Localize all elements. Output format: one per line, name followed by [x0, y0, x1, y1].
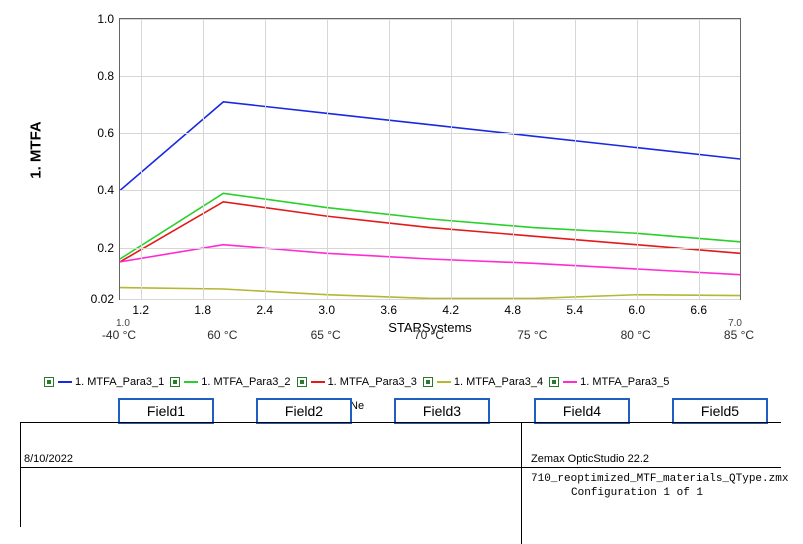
x-tick-label: 4.8 — [504, 303, 521, 317]
grid-line-v — [637, 19, 638, 299]
grid-line-v — [513, 19, 514, 299]
grid-line-h — [120, 19, 740, 20]
y-tick-label: 0.4 — [70, 183, 114, 197]
temperature-label: 75 °C — [517, 328, 547, 342]
y-tick-label: 0.8 — [70, 69, 114, 83]
x-tick-label: 5.4 — [566, 303, 583, 317]
grid-line-v — [265, 19, 266, 299]
legend-line-icon — [563, 381, 577, 383]
legend-line-icon — [437, 381, 451, 383]
x-tick-label: 3.6 — [380, 303, 397, 317]
chart-frame: 1. MTFA 0.020.20.40.60.81.01.21.82.43.03… — [64, 10, 764, 350]
temperature-label: -40 °C — [102, 328, 136, 342]
y-tick-label: 0.6 — [70, 126, 114, 140]
field-box-4: Field4 — [534, 398, 630, 424]
grid-line-h — [120, 76, 740, 77]
legend-label: 1. MTFA_Para3_2 — [201, 376, 290, 388]
grid-line-v — [327, 19, 328, 299]
series-line-2 — [120, 193, 740, 259]
legend-line-icon — [311, 381, 325, 383]
legend-label: 1. MTFA_Para3_4 — [454, 376, 543, 388]
legend-marker-icon — [170, 377, 180, 387]
grid-line-v — [699, 19, 700, 299]
legend-marker-icon — [549, 377, 559, 387]
temperature-axis-row: -40 °C60 °C65 °C70 °C75 °C80 °C85 °C — [119, 328, 739, 346]
temperature-label: 80 °C — [621, 328, 651, 342]
footer-divider-h — [21, 467, 781, 468]
legend-item: 1. MTFA_Para3_5 — [549, 376, 669, 388]
field-box-5: Field5 — [672, 398, 768, 424]
temperature-label: 60 °C — [207, 328, 237, 342]
x-tick-label: 1.2 — [132, 303, 149, 317]
legend-label: 1. MTFA_Para3_3 — [328, 376, 417, 388]
series-line-1 — [120, 102, 740, 191]
x-tick-label: 3.0 — [318, 303, 335, 317]
footer-studio: Zemax OpticStudio 22.2 — [531, 453, 649, 465]
grid-line-v — [141, 19, 142, 299]
y-axis-label: 1. MTFA — [28, 121, 45, 179]
legend-line-icon — [58, 381, 72, 383]
legend-item: 1. MTFA_Para3_1 — [44, 376, 164, 388]
chart-legend: 1. MTFA_Para3_1 1. MTFA_Para3_2 1. MTFA_Pa… — [44, 376, 764, 394]
x-tick-label: 6.0 — [628, 303, 645, 317]
x-tick-label: 6.6 — [690, 303, 707, 317]
footer-config: Configuration 1 of 1 — [571, 487, 703, 499]
grid-line-v — [575, 19, 576, 299]
legend-label: 1. MTFA_Para3_1 — [75, 376, 164, 388]
legend-item: 1. MTFA_Para3_4 — [423, 376, 543, 388]
temperature-label: 85 °C — [724, 328, 754, 342]
legend-label: 1. MTFA_Para3_5 — [580, 376, 669, 388]
series-line-4 — [120, 288, 740, 299]
series-line-3 — [120, 202, 740, 262]
legend-marker-icon — [297, 377, 307, 387]
plot-area: 0.020.20.40.60.81.01.21.82.43.03.64.24.8… — [119, 18, 741, 300]
grid-line-v — [451, 19, 452, 299]
temperature-label: 70 °C — [414, 328, 444, 342]
footer-date: 8/10/2022 — [24, 453, 73, 465]
chart-lines — [120, 19, 740, 299]
grid-line-v — [389, 19, 390, 299]
footer-filename: 710_reoptimized_MTF_materials_QType.zmx — [531, 473, 788, 485]
grid-line-h — [120, 248, 740, 249]
field-box-1: Field1 — [118, 398, 214, 424]
legend-marker-icon — [44, 377, 54, 387]
legend-line-icon — [184, 381, 198, 383]
grid-line-v — [203, 19, 204, 299]
series-line-5 — [120, 245, 740, 275]
temperature-label: 65 °C — [311, 328, 341, 342]
y-tick-label: 0.02 — [70, 292, 114, 306]
legend-marker-icon — [423, 377, 433, 387]
x-tick-label: 1.8 — [194, 303, 211, 317]
grid-line-h — [120, 133, 740, 134]
y-tick-label: 0.2 — [70, 241, 114, 255]
footer-divider-v — [521, 423, 522, 544]
x-tick-label: 4.2 — [442, 303, 459, 317]
grid-line-h — [120, 299, 740, 300]
grid-line-h — [120, 190, 740, 191]
y-tick-label: 1.0 — [70, 12, 114, 26]
footer-frame: 8/10/2022 Zemax OpticStudio 22.2 710_reo… — [20, 422, 781, 527]
x-tick-label: 2.4 — [256, 303, 273, 317]
field-box-3: Field3 — [394, 398, 490, 424]
ne-label: Ne — [350, 400, 364, 412]
legend-item: 1. MTFA_Para3_3 — [297, 376, 417, 388]
field-box-2: Field2 — [256, 398, 352, 424]
page: { "chart_data": { "type": "line", "title… — [0, 0, 803, 544]
legend-item: 1. MTFA_Para3_2 — [170, 376, 290, 388]
